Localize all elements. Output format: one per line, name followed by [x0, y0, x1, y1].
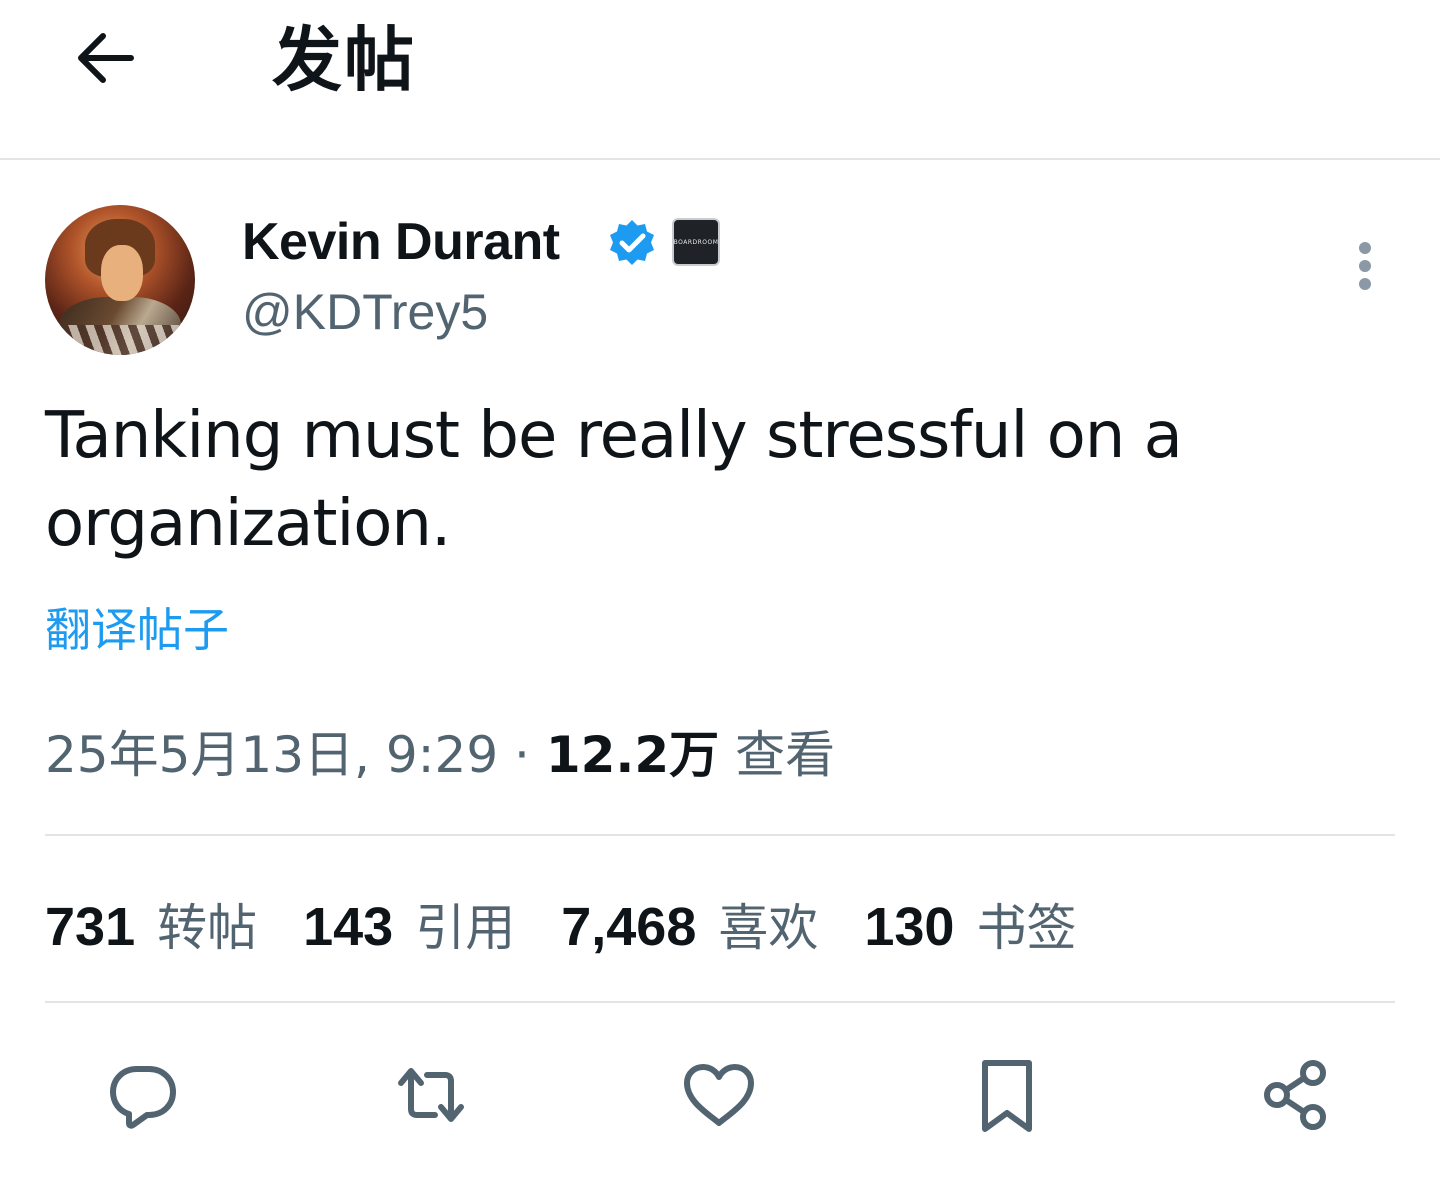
views-label: 查看	[735, 726, 836, 784]
share-button[interactable]	[1250, 1050, 1340, 1140]
divider	[45, 1001, 1395, 1003]
divider	[45, 834, 1395, 836]
stat-reposts[interactable]: 731 转帖	[45, 888, 257, 960]
more-dot-icon	[1359, 260, 1371, 272]
back-button[interactable]	[60, 18, 150, 98]
stat-count: 7,468	[561, 897, 697, 957]
repost-button[interactable]	[386, 1050, 476, 1140]
stat-count: 143	[303, 897, 394, 957]
post-meta: 25年5月13日, 9:29 · 12.2万 查看	[45, 722, 835, 788]
affiliate-badge[interactable]: BOARDROOM	[672, 218, 720, 266]
avatar[interactable]	[45, 205, 195, 355]
engagement-stats: 731 转帖 143 引用 7,468 喜欢 130 书签	[45, 886, 1122, 962]
bookmark-button[interactable]	[962, 1050, 1052, 1140]
more-dot-icon	[1359, 242, 1371, 254]
stat-count: 731	[45, 897, 136, 957]
meta-separator: ·	[498, 726, 546, 784]
action-bar	[0, 1050, 1440, 1140]
post-timestamp[interactable]: 25年5月13日, 9:29	[45, 726, 498, 784]
stat-label: 喜欢	[718, 899, 819, 957]
reply-icon	[110, 1066, 176, 1129]
views-count: 12.2万	[545, 726, 720, 784]
more-dot-icon	[1359, 278, 1371, 290]
page-title: 发帖	[272, 19, 416, 101]
author-handle[interactable]: @KDTrey5	[242, 282, 488, 342]
stat-count: 130	[864, 897, 955, 957]
affiliate-badge-text: BOARDROOM	[673, 238, 719, 246]
more-options-button[interactable]	[1340, 236, 1390, 296]
stat-quotes[interactable]: 143 引用	[303, 888, 515, 960]
stat-label: 转帖	[157, 899, 258, 957]
stat-label: 引用	[415, 899, 516, 957]
top-bar: 发帖	[0, 0, 1440, 160]
stat-bookmarks[interactable]: 130 书签	[864, 888, 1076, 960]
like-icon	[684, 1064, 754, 1126]
like-button[interactable]	[674, 1050, 764, 1140]
share-icon	[1264, 1060, 1326, 1130]
translate-post-link[interactable]: 翻译帖子	[45, 600, 229, 660]
stat-label: 书签	[976, 899, 1077, 957]
verified-badge-icon	[610, 220, 654, 265]
author-name[interactable]: Kevin Durant	[242, 212, 560, 272]
reply-button[interactable]	[98, 1050, 188, 1140]
arrow-left-icon	[78, 33, 134, 83]
stat-likes[interactable]: 7,468 喜欢	[561, 888, 818, 960]
repost-icon	[398, 1068, 464, 1122]
post-text: Tanking must be really stressful on a or…	[45, 399, 1183, 561]
bookmark-icon	[982, 1060, 1032, 1132]
